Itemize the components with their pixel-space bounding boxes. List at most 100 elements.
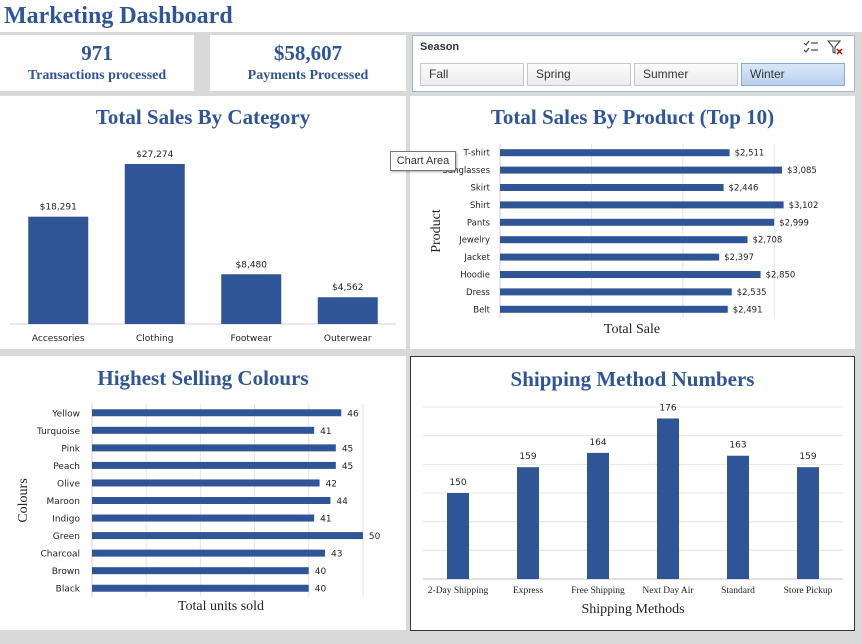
y-axis-title: Product	[429, 209, 444, 253]
data-label: $2,446	[729, 184, 759, 194]
slicer-button-fall[interactable]: Fall	[420, 63, 524, 86]
data-label: $2,850	[766, 271, 796, 281]
x-tick-label: Standard	[721, 586, 755, 596]
data-label: 40	[315, 585, 327, 595]
data-label: 40	[315, 567, 327, 577]
bar	[587, 452, 609, 579]
x-tick-label: Outerwear	[324, 334, 372, 344]
dashboard-header: Marketing Dashboard	[0, 0, 862, 32]
colours-plot: 46 Yellow 41 Turquoise 45 Pink 45 Peach 42 Olive 4…	[16, 404, 381, 614]
slicer-button-summer[interactable]: Summer	[634, 63, 738, 86]
x-tick-label: Store Pickup	[784, 586, 833, 596]
data-label: 42	[326, 479, 337, 489]
bar	[92, 532, 363, 540]
data-label: $2,511	[735, 149, 765, 159]
product-sales-plot: $2,511T-shirt$3,085Sunglasses$2,446Skirt…	[429, 144, 818, 337]
kpi-transactions-value: 971	[81, 41, 113, 65]
y-tick-label: Pink	[61, 444, 80, 454]
y-tick-label: Maroon	[47, 497, 81, 507]
kpi-transactions-label: Transactions processed	[27, 68, 167, 83]
y-tick-label: Skirt	[470, 184, 490, 194]
colours-chart[interactable]: Highest Selling Colours 46 Yellow 41 Turquo…	[0, 356, 406, 630]
x-tick-label: Next Day Air	[642, 586, 694, 596]
clear-filter-icon[interactable]	[826, 40, 843, 55]
data-label: 159	[519, 452, 536, 462]
bar	[797, 467, 819, 579]
y-tick-label: Green	[53, 532, 80, 542]
y-tick-label: Yellow	[51, 409, 80, 419]
y-tick-label: Indigo	[52, 515, 80, 525]
bar	[657, 418, 679, 579]
bar	[500, 184, 724, 191]
bar	[500, 218, 775, 226]
data-label: 163	[729, 441, 746, 451]
bar	[517, 467, 539, 579]
bar	[500, 288, 732, 296]
slicer-button-winter[interactable]: Winter	[741, 63, 845, 86]
x-axis-title: Shipping Methods	[581, 602, 684, 617]
data-label: $2,491	[733, 305, 763, 315]
bar	[500, 201, 784, 209]
data-label: 45	[342, 462, 353, 472]
bar	[500, 166, 783, 174]
bar	[317, 297, 378, 324]
data-label: 41	[320, 515, 331, 525]
bar	[92, 514, 315, 522]
data-label: 159	[799, 452, 816, 462]
bar	[92, 409, 342, 417]
y-tick-label: Pants	[467, 218, 491, 228]
y-axis-title: Colours	[16, 478, 31, 522]
y-tick-label: T-shirt	[463, 149, 491, 159]
bar	[92, 584, 309, 592]
chart-area-tooltip: Chart Area	[390, 151, 456, 171]
bar	[500, 271, 761, 278]
category-sales-chart[interactable]: Total Sales By Category $18,291 Accessori…	[0, 96, 406, 349]
bar	[92, 549, 325, 557]
bar	[500, 149, 730, 157]
slicer-title: Season	[420, 41, 460, 53]
y-tick-label: Dress	[466, 288, 491, 298]
data-label: $8,480	[236, 260, 268, 270]
season-slicer[interactable]: Season Fall Spring Summer Winter	[412, 35, 855, 92]
y-tick-label: Charcoal	[41, 550, 80, 560]
shipping-plot: 150 2-Day Shipping 159 Express 164 Free Shipp…	[423, 403, 843, 617]
product-sales-chart[interactable]: Total Sales By Product (Top 10) $2,511 T-…	[410, 96, 855, 349]
y-tick-label: Turquoise	[36, 427, 80, 437]
bar	[727, 455, 749, 579]
x-tick-label: Express	[513, 586, 543, 596]
bar	[500, 305, 728, 313]
data-label: $2,535	[737, 288, 767, 298]
bar	[92, 479, 320, 487]
bar	[500, 236, 748, 244]
data-label: $2,708	[753, 236, 783, 246]
category-sales-plot: $18,291 Accessories $27,274 Clothing $8,480 F…	[10, 150, 396, 344]
bar	[221, 274, 282, 324]
y-tick-label: Jewelry	[458, 236, 490, 246]
shipping-chart[interactable]: Shipping Method Numbers 150 2-Day Shippin…	[410, 356, 855, 631]
x-tick-label: Free Shipping	[571, 586, 625, 596]
kpi-payments-value: $58,607	[273, 41, 343, 65]
x-tick-label: Clothing	[136, 334, 173, 344]
data-label: 50	[369, 532, 381, 542]
bar	[124, 163, 185, 324]
bar	[92, 567, 309, 575]
multi-select-icon[interactable]	[803, 40, 819, 54]
data-label: $18,291	[40, 203, 77, 213]
y-tick-label: Black	[56, 585, 81, 595]
y-tick-label: Belt	[473, 305, 490, 315]
y-tick-label: Shirt	[470, 201, 491, 211]
data-label: 46	[347, 409, 359, 419]
dashboard-title: Marketing Dashboard	[4, 3, 233, 29]
kpi-payments-label: Payments Processed	[247, 68, 369, 83]
kpi-payments-card: $58,607 Payments Processed	[210, 35, 406, 91]
y-tick-label: Jacket	[463, 253, 490, 263]
data-label: $2,397	[724, 253, 754, 263]
data-label: 150	[449, 478, 466, 488]
bar	[92, 497, 331, 504]
y-tick-label: Olive	[57, 479, 80, 489]
slicer-button-spring[interactable]: Spring	[527, 63, 631, 86]
data-label: 43	[331, 550, 342, 560]
data-label: 176	[659, 403, 676, 413]
data-label: $4,562	[332, 283, 364, 293]
data-label: 45	[342, 444, 353, 454]
